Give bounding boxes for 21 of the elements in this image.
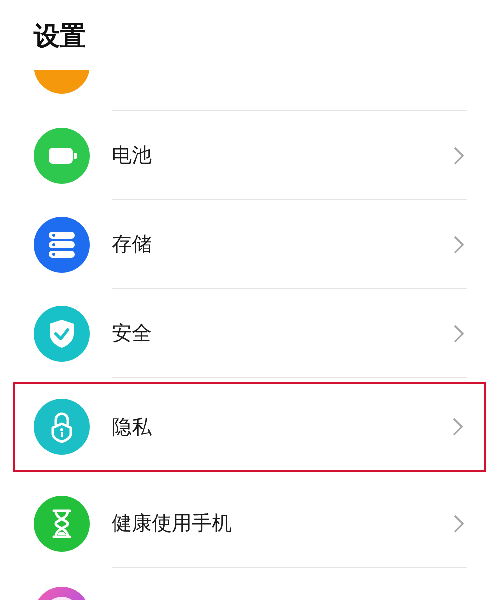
settings-row[interactable]: 电池 <box>0 111 500 200</box>
row-label: 存储 <box>112 231 153 258</box>
settings-row[interactable]: 健康使用手机 <box>0 479 500 568</box>
battery-icon <box>34 128 90 184</box>
hourglass-icon <box>34 496 90 552</box>
row-label: 隐私 <box>112 414 153 440</box>
storage-icon <box>34 216 90 272</box>
chevron-icon <box>452 417 464 437</box>
chevron-icon <box>453 234 465 254</box>
settings-row[interactable]: 安全 <box>0 289 500 378</box>
page-title: 设置 <box>34 20 86 54</box>
shield-icon <box>34 306 90 362</box>
padlock-icon <box>34 399 90 455</box>
chevron-icon <box>453 146 465 166</box>
row-label: 安全 <box>112 320 153 347</box>
chevron-icon <box>453 514 465 534</box>
row-label: 健康使用手机 <box>112 510 233 537</box>
settings-row[interactable]: 存储 <box>0 200 500 289</box>
highlighted-settings-row[interactable]: 隐私 <box>13 382 486 472</box>
chevron-icon <box>453 324 465 344</box>
row-label: 电池 <box>112 142 153 169</box>
